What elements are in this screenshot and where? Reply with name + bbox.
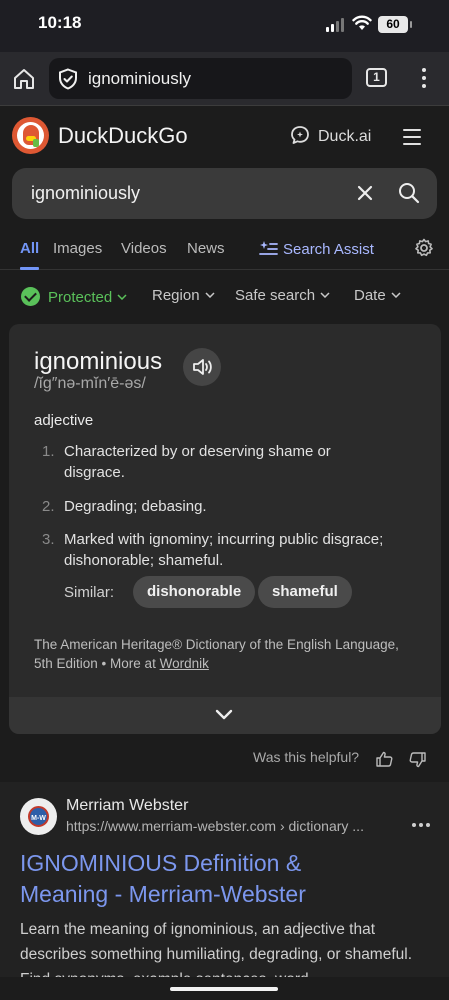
- more-options-icon[interactable]: [412, 814, 433, 832]
- clear-icon[interactable]: [355, 183, 375, 203]
- source-text: The American Heritage® Dictionary of the…: [34, 637, 399, 671]
- chevron-down-icon: [320, 292, 330, 298]
- result-site-name[interactable]: Merriam Webster: [66, 797, 188, 815]
- home-icon[interactable]: [12, 67, 36, 91]
- sense-text: Marked with ignominy; incurring public d…: [64, 531, 384, 569]
- search-filters: Protected Region Safe search Date: [0, 280, 449, 312]
- expand-definition-button[interactable]: [9, 697, 441, 734]
- result-title-link[interactable]: IGNOMINIOUS Definition & Meaning - Merri…: [20, 848, 350, 910]
- similar-label: Similar:: [64, 584, 115, 601]
- pronunciation: /ĭg″nə-mĭn′ē-əs/: [34, 375, 146, 392]
- sense-number: 1.: [42, 443, 55, 460]
- chevron-down-icon: [215, 709, 233, 720]
- part-of-speech: adjective: [34, 412, 94, 429]
- browser-menu-icon[interactable]: [418, 66, 430, 90]
- home-indicator[interactable]: [170, 987, 278, 991]
- site-header: DuckDuckGo Duck.ai: [0, 107, 449, 165]
- definition-card: ignominious /ĭg″nə-mĭn′ē-əs/ adjective 1…: [9, 324, 441, 734]
- menu-icon[interactable]: [403, 129, 421, 145]
- tabs-icon[interactable]: 1: [366, 68, 387, 87]
- gear-icon[interactable]: [414, 238, 434, 258]
- wifi-icon: [352, 15, 372, 30]
- address-text: ignominiously: [88, 69, 191, 88]
- site-favicon: M-W: [20, 798, 57, 835]
- signal-icon: [326, 18, 346, 32]
- duckduckgo-logo-icon[interactable]: [12, 117, 49, 154]
- result-url[interactable]: https://www.merriam-webster.com › dictio…: [66, 818, 364, 834]
- similar-chip-shameful[interactable]: shameful: [258, 576, 352, 608]
- status-time: 10:18: [38, 13, 82, 32]
- favicon-text: M-W: [28, 806, 49, 827]
- brand-name[interactable]: DuckDuckGo: [58, 123, 188, 149]
- check-circle-icon: [21, 287, 40, 306]
- tab-videos[interactable]: Videos: [121, 240, 167, 257]
- sense-number: 2.: [42, 498, 55, 515]
- definition-source: The American Heritage® Dictionary of the…: [34, 635, 414, 673]
- pronounce-button[interactable]: [183, 348, 221, 386]
- duckai-label: Duck.ai: [318, 128, 372, 145]
- sense-number: 3.: [42, 531, 55, 548]
- search-assist-label: Search Assist: [283, 241, 374, 258]
- search-result: M-W Merriam Webster https://www.merriam-…: [0, 782, 449, 977]
- duckai-button[interactable]: Duck.ai: [290, 125, 371, 146]
- more-at-label: More at: [110, 656, 156, 671]
- shield-icon: [59, 68, 77, 90]
- safe-search-filter[interactable]: Safe search: [235, 287, 330, 304]
- tab-all[interactable]: All: [20, 240, 39, 257]
- protection-filter[interactable]: Protected: [21, 287, 127, 306]
- thumbs-down-icon[interactable]: [409, 752, 426, 768]
- battery-icon: 60: [378, 16, 412, 33]
- tab-images[interactable]: Images: [53, 240, 102, 257]
- region-filter[interactable]: Region: [152, 287, 215, 304]
- feedback-question: Was this helpful?: [253, 749, 360, 765]
- active-tab-indicator: [20, 267, 39, 270]
- search-assist-button[interactable]: Search Assist: [259, 240, 374, 258]
- chevron-down-icon: [205, 292, 215, 298]
- result-snippet: Learn the meaning of ignominious, an adj…: [20, 921, 413, 977]
- speaker-icon: [193, 359, 212, 375]
- similar-chip-dishonorable[interactable]: dishonorable: [133, 576, 256, 608]
- bottom-bar: [0, 977, 449, 1000]
- chevron-down-icon: [391, 292, 401, 298]
- address-bar[interactable]: ignominiously: [49, 58, 352, 99]
- chat-bubble-icon: [291, 126, 309, 144]
- status-bar: 10:18 60: [0, 0, 449, 52]
- sparkle-list-icon: [259, 241, 278, 255]
- thumbs-up-icon[interactable]: [376, 751, 393, 767]
- browser-toolbar: ignominiously 1: [0, 52, 449, 106]
- search-input[interactable]: ignominiously: [31, 183, 140, 204]
- search-box[interactable]: ignominiously: [12, 168, 437, 219]
- wordnik-link[interactable]: Wordnik: [160, 656, 209, 671]
- definition-word: ignominious: [34, 348, 163, 375]
- chevron-down-icon: [117, 294, 127, 300]
- sense-text: Degrading; debasing.: [64, 498, 207, 515]
- tab-news[interactable]: News: [187, 240, 225, 257]
- search-icon[interactable]: [397, 181, 421, 205]
- sense-text: Characterized by or deserving shame or d…: [64, 443, 331, 481]
- date-filter[interactable]: Date: [354, 287, 401, 304]
- search-type-tabs: All Images Videos News Search Assist: [0, 228, 449, 270]
